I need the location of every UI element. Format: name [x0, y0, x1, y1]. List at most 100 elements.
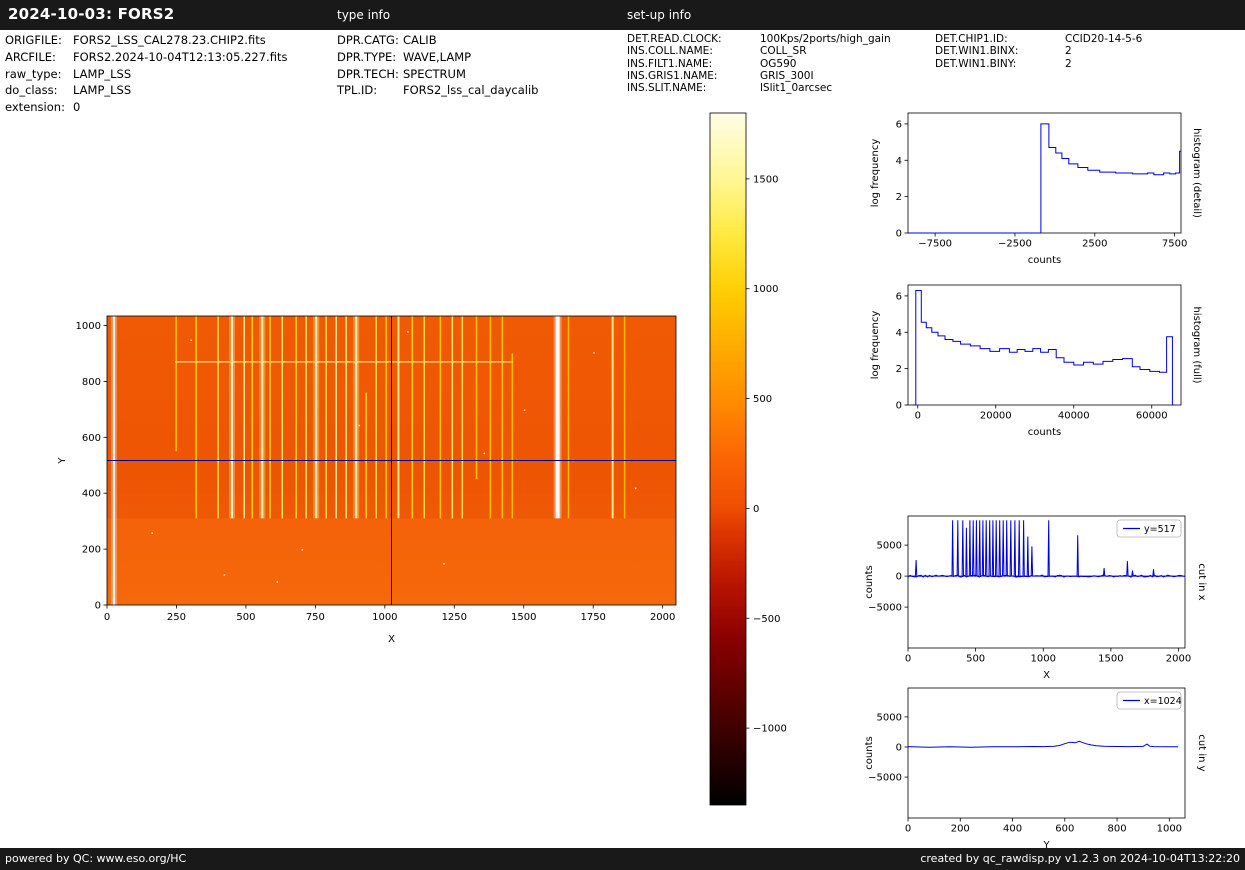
tick-label: 0 — [905, 654, 911, 665]
tick-label: 800 — [82, 377, 101, 388]
speck — [276, 581, 278, 583]
info-value: 2 — [1065, 45, 1072, 57]
info-row: INS.GRIS1.NAME:GRIS_300I — [627, 70, 891, 82]
emission-line — [305, 316, 307, 518]
info-label: DPR.TECH: — [337, 67, 403, 81]
emission-line — [295, 316, 297, 518]
setup-info-block-2: DET.CHIP1.ID:CCID20-14-5-6DET.WIN1.BINX:… — [935, 33, 1142, 70]
x-axis-label: X — [1043, 670, 1050, 681]
type-info-block: DPR.CATG:CALIBDPR.TYPE:WAVE,LAMPDPR.TECH… — [337, 33, 538, 100]
tick-label: 0 — [896, 742, 902, 753]
info-row: do_class:LAMP_LSS — [5, 83, 287, 100]
emission-line — [502, 316, 504, 518]
tick-label: 800 — [1108, 824, 1127, 835]
emission-line — [556, 316, 560, 518]
info-value: LAMP_LSS — [73, 67, 131, 81]
info-value: LAMP_LSS — [73, 83, 131, 97]
tick-label: 1000 — [76, 321, 101, 332]
info-row: extension:0 — [5, 100, 287, 117]
info-row: INS.COLL.NAME:COLL_SR — [627, 45, 891, 57]
x-axis-label: counts — [1028, 427, 1061, 438]
info-label: DPR.TYPE: — [337, 50, 403, 64]
footer-powered-by: powered by QC: www.eso.org/HC — [0, 852, 186, 865]
tick-label: −7500 — [918, 239, 952, 250]
colorbar-tick-label: 1000 — [753, 284, 778, 295]
info-value: lSlit1_0arcsec — [760, 82, 832, 94]
info-label: INS.FILT1.NAME: — [627, 58, 760, 70]
info-value: 0 — [73, 100, 80, 114]
tick-label: 200 — [82, 545, 101, 556]
tick-label: 6 — [896, 119, 902, 130]
emission-line — [325, 316, 327, 518]
colorbar: 150010005000−500−1000 — [710, 113, 787, 805]
colorbar-tick-label: −1000 — [753, 724, 787, 735]
y-axis-label: Y — [57, 457, 68, 465]
emission-line — [624, 316, 626, 518]
tick-label: 2000 — [1166, 654, 1191, 665]
speck — [190, 339, 192, 341]
tick-label: 500 — [236, 612, 255, 623]
info-value: FORS2_lss_cal_daycalib — [403, 83, 538, 97]
info-label: do_class: — [5, 83, 73, 97]
tick-label: 400 — [1003, 824, 1022, 835]
info-label: ORIGFILE: — [5, 33, 73, 47]
tick-label: 0 — [95, 601, 101, 612]
info-row: TPL.ID:FORS2_lss_cal_daycalib — [337, 83, 538, 100]
tick-label: 1750 — [580, 612, 605, 623]
emission-line — [175, 316, 177, 451]
info-value: FORS2_LSS_CAL278.23.CHIP2.fits — [73, 33, 266, 47]
tick-label: 2500 — [1082, 239, 1107, 250]
emission-line — [424, 316, 426, 518]
tick-label: 0 — [896, 572, 902, 583]
histogram-full-plot: 02000040000600000246countslog frequencyh… — [870, 285, 1202, 438]
tick-label: 0 — [905, 824, 911, 835]
setup-info-heading: set-up info — [627, 8, 691, 22]
side-label: cut in x — [1196, 563, 1207, 600]
horizontal-streak — [175, 361, 513, 363]
side-label: cut in y — [1196, 734, 1207, 771]
speck — [224, 574, 226, 576]
tick-label: 750 — [306, 612, 325, 623]
tick-label: 20000 — [980, 411, 1012, 422]
emission-line — [315, 316, 317, 518]
colorbar-tick-label: 500 — [753, 394, 772, 405]
info-label: TPL.ID: — [337, 83, 403, 97]
tick-label: 600 — [1055, 824, 1074, 835]
data-line — [908, 124, 1181, 233]
emission-line — [612, 316, 614, 518]
info-label: extension: — [5, 100, 73, 114]
y-axis-label: log frequency — [870, 139, 881, 208]
info-label: INS.SLIT.NAME: — [627, 82, 760, 94]
emission-line — [452, 316, 454, 518]
tick-label: 7500 — [1162, 239, 1187, 250]
speck — [301, 549, 303, 551]
emission-line — [335, 316, 337, 518]
info-row: DET.CHIP1.ID:CCID20-14-5-6 — [935, 33, 1142, 45]
legend-label: x=1024 — [1144, 696, 1182, 707]
tick-label: 2 — [896, 364, 902, 375]
info-label: ARCFILE: — [5, 50, 73, 64]
info-value: 100Kps/2ports/high_gain — [760, 33, 891, 45]
tick-label: 400 — [82, 489, 101, 500]
speck — [358, 425, 360, 427]
page-title: 2024-10-03: FORS2 — [8, 5, 174, 23]
info-label: INS.GRIS1.NAME: — [627, 70, 760, 82]
speck — [407, 331, 409, 333]
footer-bar: created by qc_rawdisp.py v1.2.3 on 2024-… — [0, 848, 1245, 870]
tick-label: 1500 — [511, 612, 536, 623]
info-value: CCID20-14-5-6 — [1065, 33, 1142, 45]
colorbar-tick-label: 1500 — [753, 174, 778, 185]
emission-line — [345, 316, 347, 518]
info-row: DPR.TYPE:WAVE,LAMP — [337, 50, 538, 67]
colorbar-gradient — [710, 113, 746, 805]
info-label: DET.WIN1.BINX: — [935, 45, 1065, 57]
data-line — [908, 741, 1178, 747]
info-row: DET.WIN1.BINY:2 — [935, 58, 1142, 70]
info-label: raw_type: — [5, 67, 73, 81]
emission-line — [231, 316, 233, 518]
cut-in-x-plot: 0500100015002000−500005000Xcountscut in … — [864, 516, 1207, 681]
emission-line — [269, 316, 271, 518]
speck — [483, 453, 485, 455]
type-info-heading: type info — [337, 8, 390, 22]
info-value: SPECTRUM — [403, 67, 466, 81]
